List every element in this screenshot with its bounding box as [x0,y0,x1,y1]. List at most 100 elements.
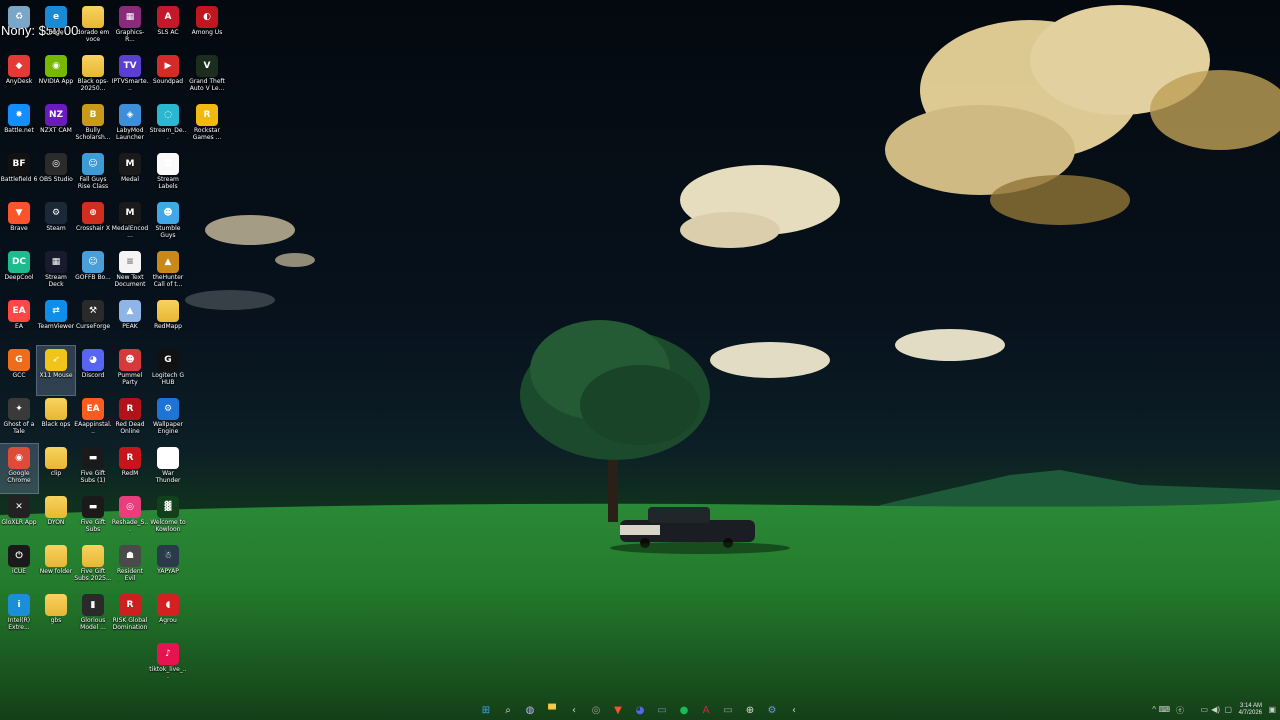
desktop-icon-label: DeepCool [4,274,34,281]
sls-taskbar-icon[interactable]: A [698,702,714,718]
desktop-icon-intel[interactable]: i Intel(R) Extre... [0,591,38,640]
fall-guys-icon: ☺ [82,153,104,175]
desktop-icon-curseforge[interactable]: ⚒ CurseForge [74,297,112,346]
desktop-icon-teamviewer[interactable]: ⇄ TeamViewer [37,297,75,346]
desktop-icon-chrome[interactable]: ◉ Google Chrome [0,443,39,494]
desktop-icon-red-dead[interactable]: R Red Dead Online [111,395,149,444]
desktop-icon-folder[interactable]: Black ops [37,395,75,444]
desktop-icon-folder[interactable]: New folder [37,542,75,591]
desktop-icon-tiktok[interactable]: ♪ tiktok_live_... [149,640,187,689]
desktop-icon-thehunter[interactable]: ▲ theHunter Call of t... [149,248,187,297]
desktop-icon-ghost-of-a-tale[interactable]: ✦ Ghost of a Tale [0,395,38,444]
desktop-icon-text-document[interactable]: ≡ New Text Document [111,248,149,297]
app-taskbar-icon[interactable]: ▭ [654,702,670,718]
desktop-icon-folder[interactable]: clip [37,444,75,493]
desktop-icon-stream-deck-file[interactable]: ◌ Stream_De... [149,101,187,150]
obs-taskbar-icon[interactable]: ◎ [588,702,604,718]
desktop-icon-steam[interactable]: ⚙ Steam [37,199,75,248]
desktop-icon-battlenet[interactable]: ✸ Battle.net [0,101,38,150]
start-icon[interactable]: ⊞ [478,702,494,718]
desktop-icon-folder[interactable]: RedMapp [149,297,187,346]
desktop-icon-folder[interactable]: dorado em voce [74,3,112,52]
desktop-icon-logitech[interactable]: G Logitech G HUB [149,346,187,395]
desktop-icon-rockstar[interactable]: R Rockstar Games ... [188,101,226,150]
chevron-app-icon[interactable]: ‹ [566,702,582,718]
medal-encoder-icon: M [119,202,141,224]
tray-icon-4[interactable]: ◀) [1211,705,1220,714]
desktop-icon-brave[interactable]: ▼ Brave [0,199,38,248]
desktop-icon-label: Ghost of a Tale [3,421,35,435]
desktop-icon-fall-guys[interactable]: ☺ Fall Guys Rise Class [74,150,112,199]
desktop-icon-winrar[interactable]: ▦ Graphics-R... [111,3,149,52]
desktop-icon-goxlr[interactable]: ✕ GloXLR App [0,493,38,542]
spotify-icon[interactable]: ● [676,702,692,718]
desktop-icon-folder[interactable]: DYON [37,493,75,542]
desktop-icon-redm[interactable]: R RedM [111,444,149,493]
desktop-icon-peak[interactable]: ▲ PEAK [111,297,149,346]
desktop-icon-labymod[interactable]: ◈ LabyMod Launcher [111,101,149,150]
desktop-icon-medal-encoder[interactable]: M MedalEncod... [111,199,149,248]
desktop-icon-game[interactable]: ☺ GOFFB Bo... [74,248,112,297]
desktop-icon-pummel-party[interactable]: ☻ Pummel Party [111,346,149,395]
crosshair-taskbar-icon[interactable]: ⊕ [742,702,758,718]
gcc-icon: G [8,349,30,371]
discord-taskbar-icon[interactable]: ◕ [632,702,648,718]
tray-icon-1[interactable]: ⌨ [1158,705,1170,714]
desktop-icon-icue[interactable]: ⏻ iCUE [0,542,38,591]
desktop[interactable]: Nony: $50.00 ♻ e Edge dorado em voce ▦ Graphi… [0,0,1280,720]
desktop-icon-nzxt[interactable]: NZ NZXT CAM [37,101,75,150]
tray-icon-3[interactable]: ▭ [1200,705,1208,714]
desktop-icon-nvidia[interactable]: ◉ NVIDIA App [37,52,75,101]
desktop-icon-folder[interactable]: Black ops-20250... [74,52,112,101]
desktop-icon-ea[interactable]: EA EA [0,297,38,346]
desktop-icon-video-file[interactable]: ▬ Five Gift Subs (1) [74,444,112,493]
desktop-icon-video-file[interactable]: ▬ Five Gift Subs [74,493,112,542]
desktop-icon-crosshair[interactable]: ⊕ Crosshair X [74,199,112,248]
desktop-icon-among-us[interactable]: ◐ Among Us [188,3,226,52]
desktop-icon-gta[interactable]: V Grand Theft Auto V Le... [188,52,226,101]
desktop-icon-iptv[interactable]: TV IPTVSmarte... [111,52,149,101]
tray-icon-5[interactable]: ▢ [1224,705,1232,714]
desktop-icon-recycle-bin[interactable]: ♻ [0,3,38,52]
desktop-icon-glorious[interactable]: ▮ Glorious Model ... [74,591,112,640]
desktop-icon-risk[interactable]: R RISK Global Domination [111,591,149,640]
desktop-icon-agrou[interactable]: ◖ Agrou [149,591,187,640]
copilot-icon[interactable]: ◍ [522,702,538,718]
desktop-icon-ea-installer[interactable]: EA EAappinstal... [74,395,112,444]
taskbar-clock[interactable]: 3:14 AM 4/7/2026 [1239,703,1262,717]
file-explorer-icon[interactable]: ▀ [544,702,560,718]
search-icon[interactable]: ⌕ [500,702,516,718]
desktop-icon-anydesk[interactable]: ◆ AnyDesk [0,52,38,101]
settings-taskbar-icon[interactable]: ⚙ [764,702,780,718]
desktop-icon-gcc[interactable]: G GCC [0,346,38,395]
desktop-icon-stumble-guys[interactable]: ☻ Stumble Guys [149,199,187,248]
desktop-icon-folder[interactable]: Five Gift Subs 2025... [74,542,112,591]
desktop-icon-battlefield[interactable]: BF Battlefield 6 [0,150,38,199]
desktop-icon-resident-evil[interactable]: ☗Resident Evil Requiem [111,542,149,591]
desktop-icon-kowloon[interactable]: ▓ Welcome to Kowloon [149,493,187,542]
back-taskbar-icon[interactable]: ‹ [786,702,802,718]
desktop-icon-stream-deck[interactable]: ▦ Stream Deck [37,248,75,297]
desktop-icon-stream-labels[interactable]: ◘ Stream Labels [149,150,187,199]
desktop-icon-wallpaper-engine[interactable]: ⚙ Wallpaper Engine [149,395,187,444]
desktop-icon-yapyap[interactable]: ☃ YAPYAP [149,542,187,591]
desktop-icon-soundpad[interactable]: ▶ Soundpad [149,52,187,101]
tray-icon-0[interactable]: ^ [1152,705,1156,714]
brave-taskbar-icon[interactable]: ▼ [610,702,626,718]
desktop-icon-mouse[interactable]: ➶ X11 Mouse [36,345,76,396]
desktop-icon-reshade[interactable]: ◎ Reshade_S... [111,493,149,542]
desktop-icon-obs[interactable]: ◎ OBS Studio [37,150,75,199]
desktop-icon-folder[interactable]: gbs [37,591,75,640]
desktop-icon-bully[interactable]: B Bully Scholarsh... [74,101,112,150]
desktop-icon-deepcool[interactable]: DC DeepCool [0,248,38,297]
desktop-icon-war-thunder[interactable]: ✈ War Thunder [149,444,187,493]
desktop-icon-discord[interactable]: ◕ Discord [74,346,112,395]
tray-icon-2[interactable]: ⓔ [1176,705,1184,716]
folder-icon [82,545,104,567]
window-taskbar-icon[interactable]: ▭ [720,702,736,718]
notification-icon[interactable]: ▣ [1268,705,1276,714]
desktop-icon-medal[interactable]: M Medal [111,150,149,199]
desktop-icon-edge[interactable]: e Edge [37,3,75,52]
desktop-icon-sls[interactable]: A SLS AC [149,3,187,52]
video-file-icon: ▬ [82,496,104,518]
